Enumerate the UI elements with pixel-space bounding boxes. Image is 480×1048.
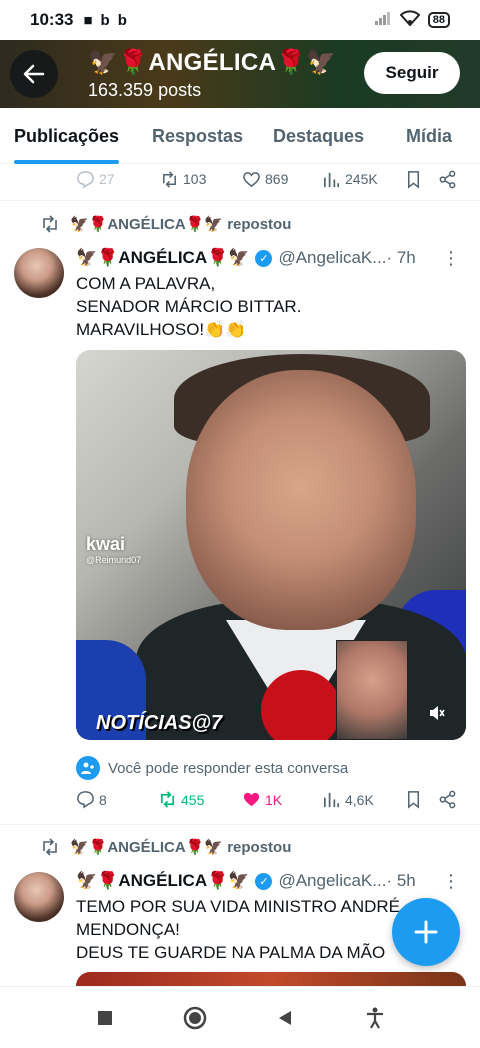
mute-icon[interactable]: [428, 704, 446, 727]
inset-image: [336, 640, 408, 740]
battery-icon: 88: [427, 12, 450, 28]
repost-button[interactable]: 103: [160, 170, 206, 189]
repost-button[interactable]: 455: [158, 790, 204, 809]
reply-button[interactable]: 27: [76, 170, 115, 189]
heart-filled-icon: [243, 792, 260, 807]
reply-button[interactable]: 8: [76, 790, 107, 809]
post-video[interactable]: kwai @Reimund07 NOTÍCIAS@7: [76, 350, 466, 740]
back-button[interactable]: [10, 50, 58, 98]
avatar[interactable]: [14, 248, 64, 298]
repost-icon: [43, 838, 57, 856]
video-icon: ■: [83, 11, 93, 29]
repost-indicator: 🦅🌹ANGÉLICA🌹🦅 repostou: [40, 837, 291, 857]
bookmark-icon: [407, 791, 420, 809]
post-author-row: 🦅🌹ANGÉLICA🌹🦅 ✓ @AngelicaK... · 7h: [76, 248, 416, 268]
post-actions: 8 455 1K 4,6K: [0, 790, 480, 812]
repost-icon: [43, 215, 57, 233]
prev-post-actions: 27 103 869 245K: [0, 168, 480, 190]
reply-permission-note: Você pode responder esta conversa: [76, 756, 348, 780]
follow-button[interactable]: Seguir: [364, 52, 460, 94]
post-time: · 7h: [386, 248, 416, 267]
share-icon: [439, 790, 456, 809]
views-button[interactable]: 245K: [322, 170, 378, 189]
heart-icon: [243, 171, 260, 187]
post-divider: [0, 824, 480, 825]
kwai-watermark: kwai @Reimund07: [86, 534, 142, 565]
author-name[interactable]: 🦅🌹ANGÉLICA🌹🦅: [76, 871, 249, 891]
author-handle[interactable]: @AngelicaK...: [278, 248, 386, 268]
post-count: 163.359 posts: [88, 80, 202, 100]
compose-button[interactable]: [392, 898, 460, 966]
avatar[interactable]: [14, 872, 64, 922]
views-icon: [323, 172, 340, 187]
reply-icon: [77, 170, 94, 189]
views-icon: [323, 792, 340, 808]
bookmark-icon: [407, 170, 420, 189]
square-icon: [98, 1010, 112, 1025]
people-icon: [76, 756, 100, 780]
post-author-row: 🦅🌹ANGÉLICA🌹🦅 ✓ @AngelicaK... · 5h: [76, 871, 416, 891]
more-icon[interactable]: ⋮: [442, 871, 460, 892]
tab-publicacoes[interactable]: Publicações: [14, 108, 120, 164]
like-button[interactable]: 869: [242, 170, 288, 189]
tab-respostas[interactable]: Respostas: [152, 108, 243, 164]
post-divider: [0, 200, 480, 201]
status-bar: 10:33 ■ b b 88: [0, 0, 480, 40]
recents-button[interactable]: [90, 1003, 120, 1033]
post-time: · 5h: [386, 871, 416, 890]
like-button[interactable]: 1K: [242, 790, 282, 809]
signal-icon: [374, 10, 392, 30]
accessibility-button[interactable]: [360, 1003, 390, 1033]
system-nav-bar: [0, 986, 480, 1048]
tab-destaques[interactable]: Destaques: [273, 108, 364, 164]
triangle-back-icon: [279, 1010, 291, 1025]
share-button[interactable]: [438, 170, 457, 189]
circle-icon: [183, 1006, 207, 1029]
share-button[interactable]: [438, 790, 457, 809]
accessibility-icon: [367, 1007, 383, 1029]
profile-header: 🦅🌹ANGÉLICA🌹🦅 163.359 posts Seguir: [0, 40, 480, 108]
bookmark-button[interactable]: [404, 790, 423, 809]
active-tab-indicator: [14, 160, 120, 164]
repost-icon: [160, 791, 175, 808]
b-icon: b: [100, 11, 110, 29]
tab-midia[interactable]: Mídia: [406, 108, 452, 164]
views-button[interactable]: 4,6K: [322, 790, 374, 809]
repost-icon: [163, 170, 176, 188]
verified-icon: ✓: [255, 872, 273, 890]
share-icon: [439, 170, 456, 188]
verified-icon: ✓: [255, 249, 273, 267]
author-name[interactable]: 🦅🌹ANGÉLICA🌹🦅: [76, 248, 249, 268]
back-nav-button[interactable]: [270, 1003, 300, 1033]
repost-indicator: 🦅🌹ANGÉLICA🌹🦅 repostou: [40, 214, 291, 234]
news-caption: NOTÍCIAS@7: [96, 712, 223, 734]
home-button[interactable]: [180, 1003, 210, 1033]
status-time: 10:33: [30, 10, 74, 29]
more-icon[interactable]: ⋮: [442, 248, 460, 269]
post-text: COM A PALAVRA, SENADOR MÁRCIO BITTAR. MA…: [76, 274, 302, 339]
profile-name: 🦅🌹ANGÉLICA🌹🦅: [88, 49, 337, 76]
plus-icon: [414, 920, 438, 944]
reply-icon: [77, 791, 94, 809]
wifi-icon: [399, 9, 421, 31]
author-handle[interactable]: @AngelicaK...: [278, 871, 386, 891]
bookmark-button[interactable]: [404, 170, 423, 189]
arrow-left-icon: [23, 64, 45, 84]
b-icon: b: [117, 11, 127, 29]
profile-tabs: Publicações Respostas Destaques Mídia: [0, 108, 480, 164]
